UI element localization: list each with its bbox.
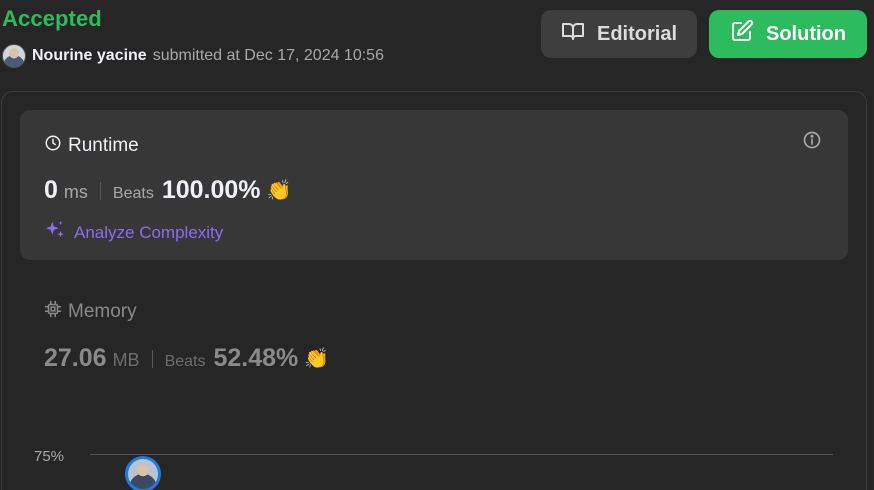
sparkle-icon xyxy=(44,219,66,246)
memory-heading: Memory xyxy=(44,300,137,324)
runtime-heading: Runtime xyxy=(44,134,139,158)
submission-info: Nourine yacine submitted at Dec 17, 2024… xyxy=(2,44,384,68)
user-name-link[interactable]: Nourine yacine xyxy=(32,47,147,65)
clock-icon xyxy=(44,134,62,158)
chart-gridline xyxy=(90,454,833,455)
submitted-at-text: submitted at Dec 17, 2024 10:56 xyxy=(152,47,384,64)
memory-title: Memory xyxy=(68,301,137,322)
submission-status: Accepted xyxy=(2,6,102,31)
memory-card[interactable]: Memory 27.06 MB Beats 52.48% 👏 xyxy=(20,280,848,390)
editorial-label: Editorial xyxy=(596,22,677,45)
user-position-marker[interactable] xyxy=(125,456,161,490)
runtime-beats-percent: 100.00% xyxy=(161,176,261,204)
edit-icon xyxy=(730,19,754,49)
runtime-unit: ms xyxy=(63,182,88,202)
memory-beats-percent: 52.48% xyxy=(213,344,299,372)
memory-metric-row: 27.06 MB Beats 52.48% 👏 xyxy=(44,344,329,373)
memory-beats-label: Beats xyxy=(164,353,206,370)
chart-axis-label: 75% xyxy=(34,448,65,465)
memory-value: 27.06 xyxy=(44,344,107,372)
clap-icon: 👏 xyxy=(266,180,292,202)
memory-unit: MB xyxy=(112,350,140,370)
divider xyxy=(151,349,153,368)
clap-icon: 👏 xyxy=(304,348,330,370)
runtime-metric-row: 0 ms Beats 100.00% 👏 xyxy=(44,176,291,205)
analyze-complexity-link[interactable]: Analyze Complexity xyxy=(44,219,223,246)
runtime-beats-label: Beats xyxy=(112,185,154,202)
book-open-icon xyxy=(561,19,585,49)
chip-icon xyxy=(44,300,62,324)
divider xyxy=(99,181,101,200)
solution-label: Solution xyxy=(766,22,846,45)
solution-button[interactable]: Solution xyxy=(709,10,867,58)
editorial-button[interactable]: Editorial xyxy=(541,10,697,58)
runtime-card[interactable]: Runtime 0 ms Beats 100.00% 👏 Analyze Com… xyxy=(20,110,848,260)
avatar[interactable] xyxy=(2,44,26,68)
info-icon[interactable] xyxy=(802,130,822,150)
runtime-title: Runtime xyxy=(68,135,139,156)
analyze-label: Analyze Complexity xyxy=(74,222,224,242)
runtime-value: 0 xyxy=(44,176,58,204)
